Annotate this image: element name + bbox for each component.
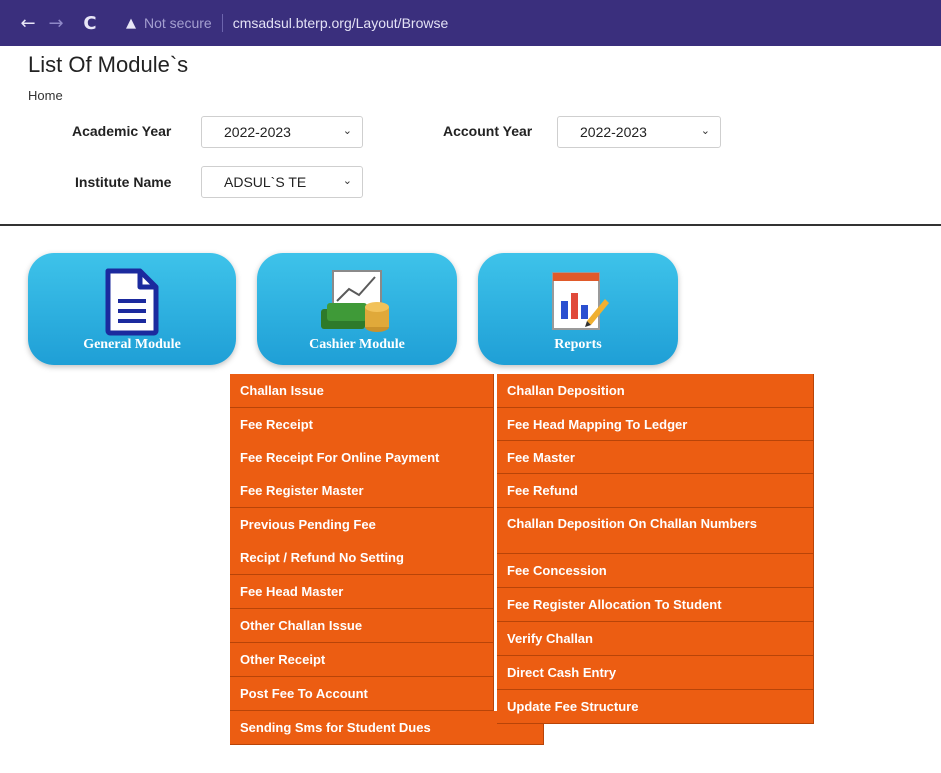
cashier-menu-item-left[interactable]: Fee Head Master (230, 575, 494, 609)
chevron-down-icon: ⌄ (342, 124, 352, 137)
cashier-menu-item-right[interactable]: Fee Concession (497, 554, 814, 588)
cashier-menu-item-left[interactable]: Fee Receipt (230, 408, 494, 442)
reload-icon[interactable]: C (76, 13, 104, 34)
security-status[interactable]: Not secure (144, 15, 212, 31)
address-bar-url[interactable]: cmsadsul.bterp.org/Layout/Browse (233, 15, 449, 31)
academic-year-select[interactable]: 2022-2023 ⌄ (201, 116, 363, 148)
cashier-module-label: Cashier Module (309, 337, 405, 352)
cashier-menu-item-right[interactable]: Verify Challan (497, 622, 814, 656)
cashier-menu-item-left[interactable]: Other Receipt (230, 643, 494, 677)
cashier-menu-item-left[interactable]: Fee Receipt For Online Payment (230, 441, 494, 475)
cashier-module-tile[interactable]: Cashier Module (257, 253, 457, 365)
general-module-label: General Module (83, 337, 181, 352)
chevron-down-icon: ⌄ (700, 124, 710, 137)
cashier-menu-item-right[interactable]: Fee Head Mapping To Ledger (497, 408, 814, 441)
cashier-menu-item-right[interactable]: Challan Deposition On Challan Numbers (497, 508, 814, 554)
section-divider (0, 224, 941, 226)
cashier-menu-item-right[interactable]: Fee Master (497, 441, 814, 474)
back-arrow-icon[interactable]: ← (14, 13, 42, 34)
account-year-value: 2022-2023 (580, 124, 647, 140)
cashier-menu-item-right[interactable]: Update Fee Structure (497, 690, 814, 724)
document-icon (100, 267, 164, 342)
forward-arrow-icon[interactable]: → (42, 13, 70, 34)
breadcrumb-home[interactable]: Home (28, 88, 63, 103)
account-year-select[interactable]: 2022-2023 ⌄ (557, 116, 721, 148)
cashier-menu-item-right[interactable]: Direct Cash Entry (497, 656, 814, 690)
academic-year-label: Academic Year (72, 123, 172, 139)
cashier-menu-item-left[interactable]: Challan Issue (230, 374, 494, 408)
cashier-menu-item-left[interactable]: Recipt / Refund No Setting (230, 541, 494, 575)
browser-toolbar: ← → C ▲ Not secure cmsadsul.bterp.org/La… (0, 0, 941, 46)
institute-name-label: Institute Name (75, 174, 172, 190)
cashier-menu-item-left[interactable]: Fee Register Master (230, 474, 494, 508)
cashier-menu-item-right[interactable]: Fee Register Allocation To Student (497, 588, 814, 622)
reports-tile[interactable]: Reports (478, 253, 678, 365)
academic-year-value: 2022-2023 (224, 124, 291, 140)
cashier-menu-item-right[interactable]: Fee Refund (497, 474, 814, 508)
page-title: List Of Module`s (28, 52, 189, 77)
cashier-menu-item-left[interactable]: Previous Pending Fee (230, 508, 494, 542)
warning-icon[interactable]: ▲ (126, 16, 136, 31)
chevron-down-icon: ⌄ (342, 174, 352, 187)
cashier-menu-item-left[interactable]: Other Challan Issue (230, 609, 494, 643)
institute-name-value: ADSUL`S TE (224, 174, 307, 190)
cash-chart-icon (317, 267, 397, 342)
general-module-tile[interactable]: General Module (28, 253, 236, 365)
cashier-menu-item-right[interactable]: Challan Deposition (497, 374, 814, 408)
address-divider (221, 14, 223, 32)
institute-name-select[interactable]: ADSUL`S TE ⌄ (201, 166, 363, 198)
cashier-menu-item-left[interactable]: Post Fee To Account (230, 677, 494, 711)
account-year-label: Account Year (443, 123, 533, 139)
reports-label: Reports (554, 337, 602, 352)
report-chart-icon (543, 267, 613, 342)
